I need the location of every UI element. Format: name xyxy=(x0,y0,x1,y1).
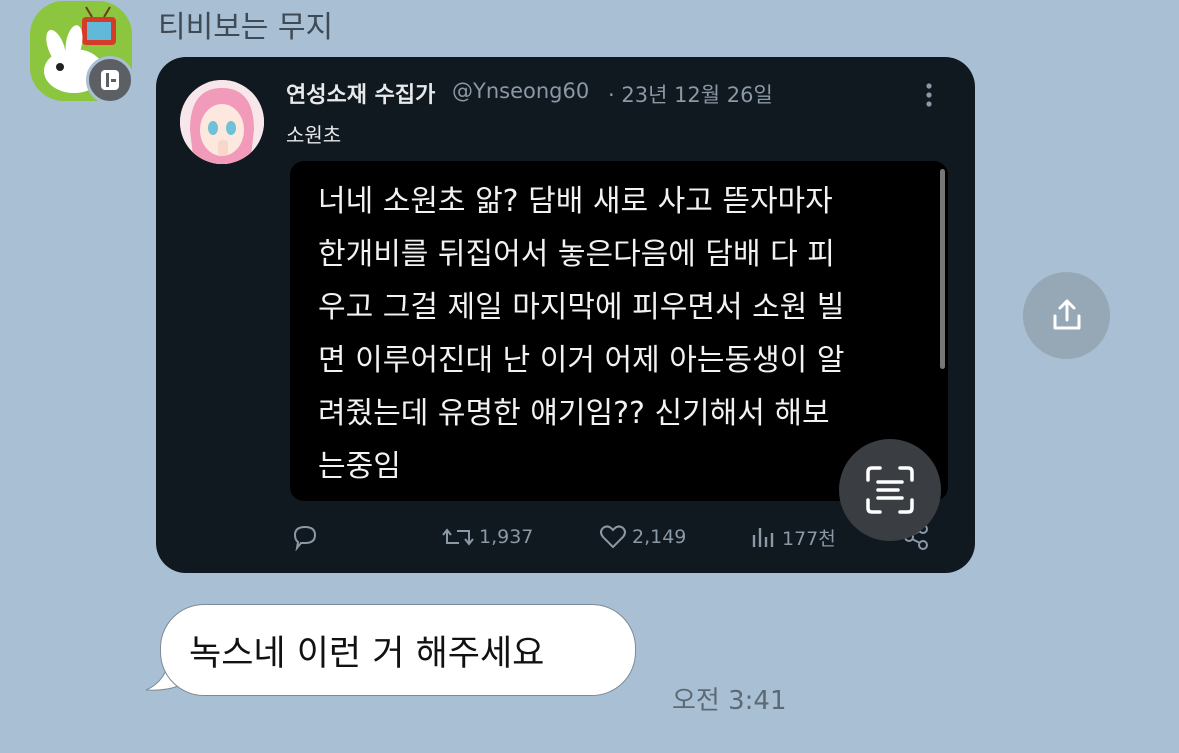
text-scan-icon xyxy=(866,466,914,514)
profile-badge xyxy=(86,56,134,104)
views-button[interactable]: 177천 xyxy=(748,523,836,551)
like-button[interactable]: 2,149 xyxy=(598,523,686,551)
text-scan-button[interactable] xyxy=(839,439,941,541)
tweet-embedded-image[interactable]: 너네 소원초 앎? 담배 새로 사고 뜯자마자 한개비를 뒤집어서 놓은다음에 … xyxy=(290,161,948,501)
views-icon xyxy=(752,528,774,547)
reply-icon xyxy=(293,525,317,551)
sender-name: 티비보는 무지 xyxy=(158,10,334,45)
message-bubble[interactable]: 녹스네 이런 거 해주세요 xyxy=(160,604,636,696)
embedded-scrollbar xyxy=(940,169,945,369)
embedded-text: 너네 소원초 앎? 담배 새로 사고 뜯자마자 한개비를 뒤집어서 놓은다음에 … xyxy=(318,184,845,484)
tweet-author-avatar[interactable] xyxy=(180,80,264,164)
message-time: 오전 3:41 xyxy=(672,686,787,716)
retweet-icon xyxy=(442,528,474,546)
like-count: 2,149 xyxy=(632,526,687,548)
upload-share-icon xyxy=(1053,299,1080,329)
message-text: 녹스네 이런 거 해주세요 xyxy=(189,634,545,674)
tweet-actions: 1,937 2,149 177천 xyxy=(156,523,975,563)
anime-avatar-icon xyxy=(180,80,264,164)
like-icon xyxy=(600,525,626,549)
tweet-date: · 23년 12월 26일 xyxy=(608,83,773,107)
reply-button[interactable] xyxy=(290,523,324,551)
tweet-card[interactable]: 연성소재 수집가 @Ynseong60 · 23년 12월 26일 소원초 너네… xyxy=(156,57,975,573)
tweet-text: 소원초 xyxy=(286,123,342,147)
retweet-button[interactable]: 1,937 xyxy=(441,523,533,551)
tweet-author-name[interactable]: 연성소재 수집가 xyxy=(286,77,435,109)
tweet-author-handle[interactable]: @Ynseong60 xyxy=(452,79,589,103)
retweet-count: 1,937 xyxy=(479,526,534,548)
profile-badge-icon xyxy=(101,70,119,90)
message-share-button[interactable] xyxy=(1023,272,1110,359)
views-count: 177천 xyxy=(782,527,836,550)
more-icon[interactable] xyxy=(924,81,934,111)
